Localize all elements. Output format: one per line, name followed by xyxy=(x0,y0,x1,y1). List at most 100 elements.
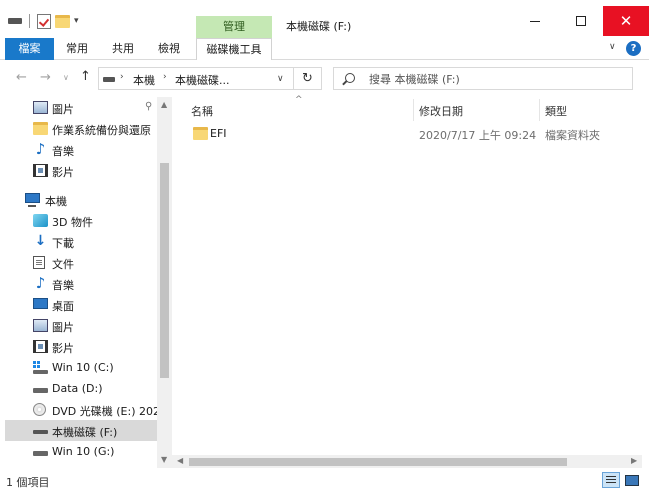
nav-item-desktop[interactable]: 桌面 xyxy=(5,294,157,315)
dvd-drive-icon xyxy=(33,403,46,416)
video-icon xyxy=(33,164,48,177)
ribbon-tabs: 檔案 常用 共用 檢視 磁碟機工具 ? xyxy=(0,38,649,60)
search-box[interactable] xyxy=(333,67,633,90)
drive-icon xyxy=(103,77,115,82)
nav-item-drive-d[interactable]: Data (D:) xyxy=(5,378,157,399)
nav-pane-scrollbar[interactable]: ▲ ▼ xyxy=(157,97,172,468)
up-arrow-icon[interactable]: ↑ xyxy=(80,69,91,84)
nav-item-pictures-2[interactable]: 圖片 xyxy=(5,315,157,336)
video-icon xyxy=(33,340,48,353)
windows-drive-icon xyxy=(33,361,48,374)
nav-item-label: Win 10 (G:) xyxy=(52,445,115,458)
close-button[interactable]: ✕ xyxy=(603,6,649,36)
forward-arrow-icon[interactable]: → xyxy=(40,70,51,85)
column-header-type[interactable]: 類型 xyxy=(545,103,567,119)
tab-view[interactable]: 檢視 xyxy=(150,38,188,60)
navigation-pane[interactable]: 圖片 作業系統備份與還原 音樂 影片 本機 3D 物件 下載 文件 音樂 桌面 … xyxy=(0,97,172,468)
column-header-date-modified[interactable]: 修改日期 xyxy=(419,103,463,119)
nav-item-downloads[interactable]: 下載 xyxy=(5,231,157,252)
folder-icon xyxy=(193,127,208,140)
nav-item-drive-g[interactable]: Win 10 (G:) xyxy=(5,441,157,462)
refresh-button[interactable]: ↻ xyxy=(294,67,322,90)
search-input[interactable] xyxy=(369,71,619,87)
nav-item-3d-objects[interactable]: 3D 物件 xyxy=(5,210,157,231)
close-icon: ✕ xyxy=(619,12,633,30)
nav-item-music-2[interactable]: 音樂 xyxy=(5,273,157,294)
this-pc-icon xyxy=(25,193,40,207)
item-count: 1 個項目 xyxy=(6,476,50,489)
customize-toolbar-dropdown[interactable] xyxy=(74,16,79,26)
file-list-pane[interactable]: ^ 名稱 修改日期 類型 EFI 2020/7/17 上午 09:24 檔案資料… xyxy=(172,95,649,468)
nav-item-label: 本機 xyxy=(45,195,67,208)
expand-ribbon-chevron-icon[interactable] xyxy=(609,42,616,52)
pictures-icon xyxy=(33,319,48,332)
file-row[interactable]: EFI 2020/7/17 上午 09:24 檔案資料夾 xyxy=(188,124,638,144)
properties-icon[interactable] xyxy=(37,13,51,29)
nav-item-label: 音樂 xyxy=(52,145,74,158)
nav-item-label: 音樂 xyxy=(52,279,74,292)
nav-item-label: DVD 光碟機 (E:) 2020. xyxy=(52,405,171,418)
minimize-button[interactable] xyxy=(512,6,558,36)
breadcrumb-separator-icon[interactable]: › xyxy=(163,72,167,82)
address-history-chevron-icon[interactable]: ∨ xyxy=(277,74,284,84)
scrollbar-thumb[interactable] xyxy=(160,163,169,378)
tab-drive-tools[interactable]: 磁碟機工具 xyxy=(196,38,272,60)
large-icons-view-icon[interactable] xyxy=(624,473,639,486)
recent-locations-chevron-icon[interactable]: ∨ xyxy=(63,73,69,82)
breadcrumb-local-disk[interactable]: 本機磁碟... xyxy=(175,72,230,88)
nav-item-music[interactable]: 音樂 xyxy=(5,139,157,160)
file-date-modified: 2020/7/17 上午 09:24 xyxy=(419,129,537,142)
nav-item-label: Data (D:) xyxy=(52,382,103,395)
nav-item-label: 3D 物件 xyxy=(52,216,93,229)
contextual-tab-group-manage: 管理 xyxy=(196,16,272,38)
column-divider[interactable] xyxy=(413,99,414,121)
column-divider[interactable] xyxy=(539,99,540,121)
status-bar: 1 個項目 xyxy=(0,468,649,493)
pin-icon[interactable] xyxy=(145,101,152,112)
drive-icon xyxy=(33,424,48,437)
file-name: EFI xyxy=(210,127,227,140)
desktop-icon xyxy=(33,298,48,309)
title-bar: 管理 本機磁碟 (F:) ✕ xyxy=(0,0,649,38)
nav-item-drive-f[interactable]: 本機磁碟 (F:) xyxy=(5,420,157,441)
scroll-left-icon[interactable]: ◀ xyxy=(177,456,183,465)
folder-icon xyxy=(33,122,48,135)
column-header-name[interactable]: 名稱 xyxy=(191,103,213,119)
back-arrow-icon[interactable]: ← xyxy=(16,70,27,85)
details-view-icon[interactable] xyxy=(602,472,620,488)
scroll-down-icon[interactable]: ▼ xyxy=(161,455,167,464)
nav-item-label: 桌面 xyxy=(52,300,74,313)
breadcrumb-this-pc[interactable]: 本機 xyxy=(133,72,155,88)
scrollbar-thumb[interactable] xyxy=(189,458,567,466)
help-icon[interactable]: ? xyxy=(626,41,641,56)
breadcrumb-separator-icon[interactable]: › xyxy=(120,72,124,82)
maximize-icon xyxy=(576,16,586,26)
nav-item-label: 作業系統備份與還原 xyxy=(52,124,151,137)
nav-item-pictures[interactable]: 圖片 xyxy=(5,97,157,118)
nav-item-videos-2[interactable]: 影片 xyxy=(5,336,157,357)
nav-item-label: 下載 xyxy=(52,237,74,250)
address-bar[interactable]: › 本機 › 本機磁碟... ∨ xyxy=(98,67,294,90)
maximize-button[interactable] xyxy=(558,6,604,36)
nav-item-drive-e[interactable]: DVD 光碟機 (E:) 2020. xyxy=(5,399,171,420)
file-list-horizontal-scrollbar[interactable]: ◀ ▶ xyxy=(172,455,642,469)
nav-item-drive-c[interactable]: Win 10 (C:) xyxy=(5,357,157,378)
sort-ascending-icon: ^ xyxy=(295,95,303,105)
nav-item-label: Win 10 (C:) xyxy=(52,361,114,374)
nav-item-backup-restore[interactable]: 作業系統備份與還原 xyxy=(5,118,157,139)
scroll-right-icon[interactable]: ▶ xyxy=(631,456,637,465)
scroll-up-icon[interactable]: ▲ xyxy=(161,100,167,109)
file-type: 檔案資料夾 xyxy=(545,129,600,142)
tab-share[interactable]: 共用 xyxy=(104,38,142,60)
nav-item-documents[interactable]: 文件 xyxy=(5,252,157,273)
quick-access-toolbar xyxy=(8,12,79,30)
search-icon xyxy=(345,73,355,83)
toolbar-divider xyxy=(29,14,30,28)
new-folder-icon[interactable] xyxy=(55,14,70,28)
nav-item-videos[interactable]: 影片 xyxy=(5,160,157,181)
pictures-icon xyxy=(33,101,48,114)
drive-icon xyxy=(33,445,48,458)
tab-file[interactable]: 檔案 xyxy=(5,38,54,60)
nav-item-this-pc[interactable]: 本機 xyxy=(5,189,157,210)
tab-home[interactable]: 常用 xyxy=(58,38,96,60)
